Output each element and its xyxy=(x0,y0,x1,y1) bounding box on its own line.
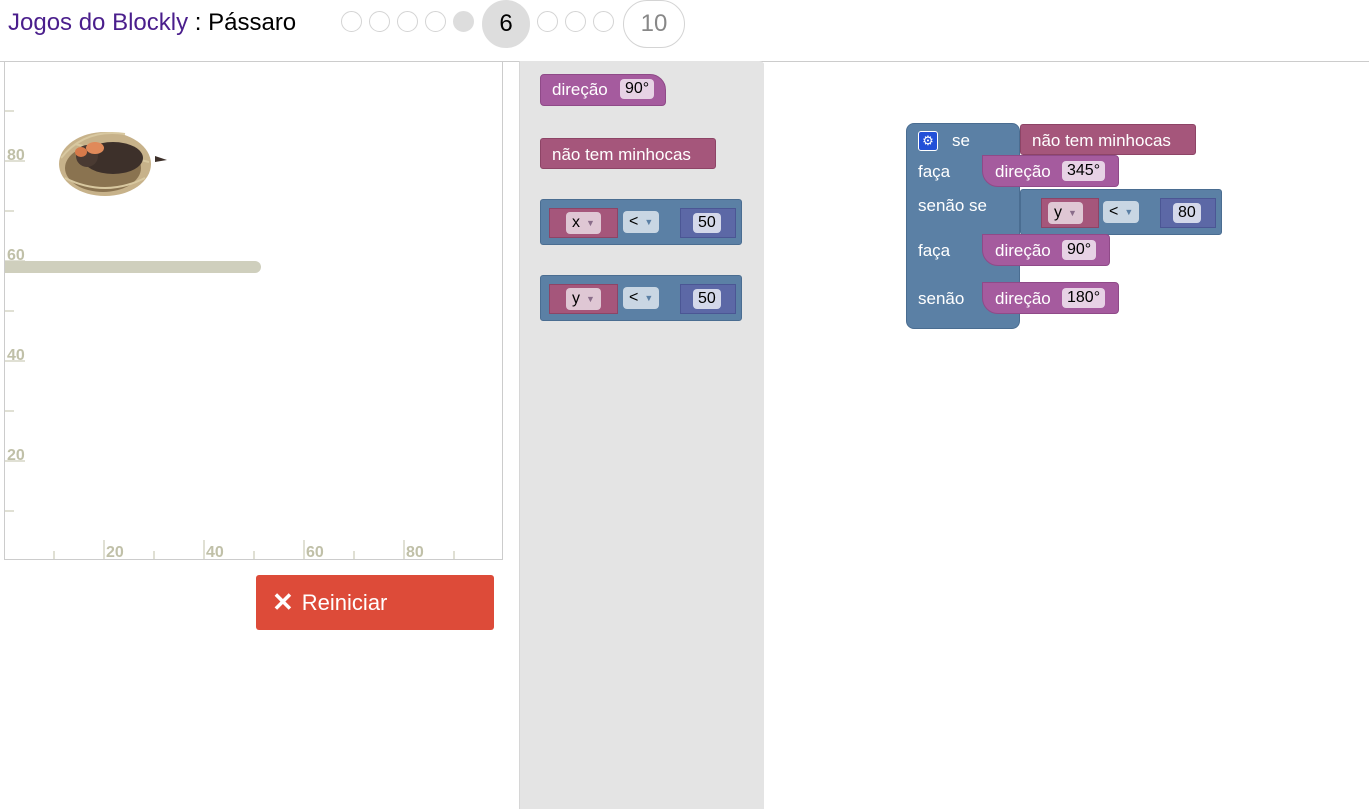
op-dropdown[interactable]: < ▼ xyxy=(1103,201,1140,223)
level-5-link[interactable] xyxy=(453,11,474,32)
op-symbol: < xyxy=(1109,203,1119,221)
y-axis-ticks: 80 60 40 20 xyxy=(5,110,25,512)
else-label: senão xyxy=(918,289,965,308)
number-value[interactable]: 50 xyxy=(693,213,721,233)
x-tick-label: 60 xyxy=(306,544,324,560)
level-3-link[interactable] xyxy=(397,11,418,32)
chevron-down-icon: ▼ xyxy=(1068,208,1077,218)
coordinate-grid: 80 60 40 20 20 40 60 80 xyxy=(5,110,455,560)
chevron-down-icon: ▼ xyxy=(644,217,654,227)
var-y-dropdown[interactable]: y ▼ xyxy=(566,288,601,310)
do2-label: faça xyxy=(918,241,951,260)
op-symbol: < xyxy=(629,213,639,231)
title-separator: : xyxy=(188,9,209,36)
heading-block-180[interactable]: direção 180° xyxy=(982,282,1119,314)
chevron-down-icon: ▼ xyxy=(586,218,595,228)
op-dropdown[interactable]: < ▼ xyxy=(623,287,660,309)
chevron-down-icon: ▼ xyxy=(1124,207,1134,217)
level-7-link[interactable] xyxy=(537,11,558,32)
number-value[interactable]: 80 xyxy=(1173,203,1201,223)
elseif-label: senão se xyxy=(918,196,987,215)
heading-value[interactable]: 180° xyxy=(1062,288,1106,308)
op-symbol: < xyxy=(629,289,639,307)
var-x-name: x xyxy=(572,214,580,232)
heading-block-345[interactable]: direção 345° xyxy=(982,155,1119,187)
number-block[interactable]: 80 xyxy=(1160,198,1216,228)
chevron-down-icon: ▼ xyxy=(586,294,595,304)
level-10-link[interactable]: 10 xyxy=(623,0,685,48)
var-x-dropdown[interactable]: x ▼ xyxy=(566,212,601,234)
heading-label: direção xyxy=(995,162,1051,181)
y-tick-label: 80 xyxy=(7,147,25,164)
reset-button[interactable]: ✕ Reiniciar xyxy=(256,575,494,630)
var-y-dropdown[interactable]: y ▼ xyxy=(1048,202,1083,224)
workspace[interactable]: ⚙ se faça senão se faça senão não tem mi… xyxy=(764,62,1369,809)
number-value[interactable]: 50 xyxy=(693,289,721,309)
blockly-games-link[interactable]: Jogos do Blockly xyxy=(8,9,188,36)
var-y-name: y xyxy=(1054,204,1062,222)
game-name: Pássaro xyxy=(208,9,297,36)
compare-y-block[interactable]: y ▼ < ▼ 80 xyxy=(1020,189,1222,235)
nest-with-bird xyxy=(59,132,167,196)
y-tick-label: 20 xyxy=(7,447,25,464)
do-label: faça xyxy=(918,162,951,181)
condition-no-worm-block[interactable]: não tem minhocas xyxy=(1020,124,1196,155)
compare-y-block[interactable]: y ▼ < ▼ 50 xyxy=(540,275,742,321)
heading-value[interactable]: 90° xyxy=(1062,240,1097,260)
level-9-link[interactable] xyxy=(593,11,614,32)
no-worm-label: não tem minhocas xyxy=(552,145,691,164)
heading-label: direção xyxy=(995,241,1051,260)
heading-block[interactable]: direção 90° xyxy=(540,74,666,106)
close-icon: ✕ xyxy=(272,587,294,617)
header: Jogos do Blockly : Pássaro 6 10 xyxy=(0,0,1369,48)
level-4-link[interactable] xyxy=(425,11,446,32)
toolbox: direção 90° não tem minhocas x ▼ < ▼ 50 y ▼… xyxy=(519,61,765,809)
page-title: Jogos do Blockly : Pássaro xyxy=(8,9,296,37)
x-tick-label: 40 xyxy=(206,544,224,560)
x-axis-ticks: 20 40 60 80 xyxy=(53,540,455,560)
gear-icon[interactable]: ⚙ xyxy=(918,131,938,151)
var-x-block[interactable]: x ▼ xyxy=(549,208,618,238)
heading-label: direção xyxy=(995,289,1051,308)
var-y-name: y xyxy=(572,290,580,308)
bird-tail xyxy=(155,156,167,162)
egg xyxy=(75,147,87,157)
var-y-block[interactable]: y ▼ xyxy=(549,284,618,314)
number-block[interactable]: 50 xyxy=(680,208,736,238)
egg xyxy=(86,142,104,154)
heading-block-90[interactable]: direção 90° xyxy=(982,234,1110,266)
if-label: se xyxy=(952,131,970,150)
x-tick-label: 20 xyxy=(106,544,124,560)
var-y-block[interactable]: y ▼ xyxy=(1041,198,1099,228)
no-worm-block[interactable]: não tem minhocas xyxy=(540,138,716,169)
number-block[interactable]: 50 xyxy=(680,284,736,314)
heading-label: direção xyxy=(552,80,608,99)
level-2-link[interactable] xyxy=(369,11,390,32)
level-1-link[interactable] xyxy=(341,11,362,32)
heading-value[interactable]: 345° xyxy=(1062,161,1106,181)
condition-label: não tem minhocas xyxy=(1032,131,1171,150)
level-8-link[interactable] xyxy=(565,11,586,32)
level-6-current[interactable]: 6 xyxy=(482,0,530,48)
reset-label: Reiniciar xyxy=(301,589,388,615)
game-canvas: 80 60 40 20 20 40 60 80 xyxy=(4,61,503,560)
heading-value[interactable]: 90° xyxy=(620,79,655,99)
x-tick-label: 80 xyxy=(406,544,424,560)
compare-x-block[interactable]: x ▼ < ▼ 50 xyxy=(540,199,742,245)
y-tick-label: 40 xyxy=(7,347,25,364)
chevron-down-icon: ▼ xyxy=(644,293,654,303)
op-dropdown[interactable]: < ▼ xyxy=(623,211,660,233)
